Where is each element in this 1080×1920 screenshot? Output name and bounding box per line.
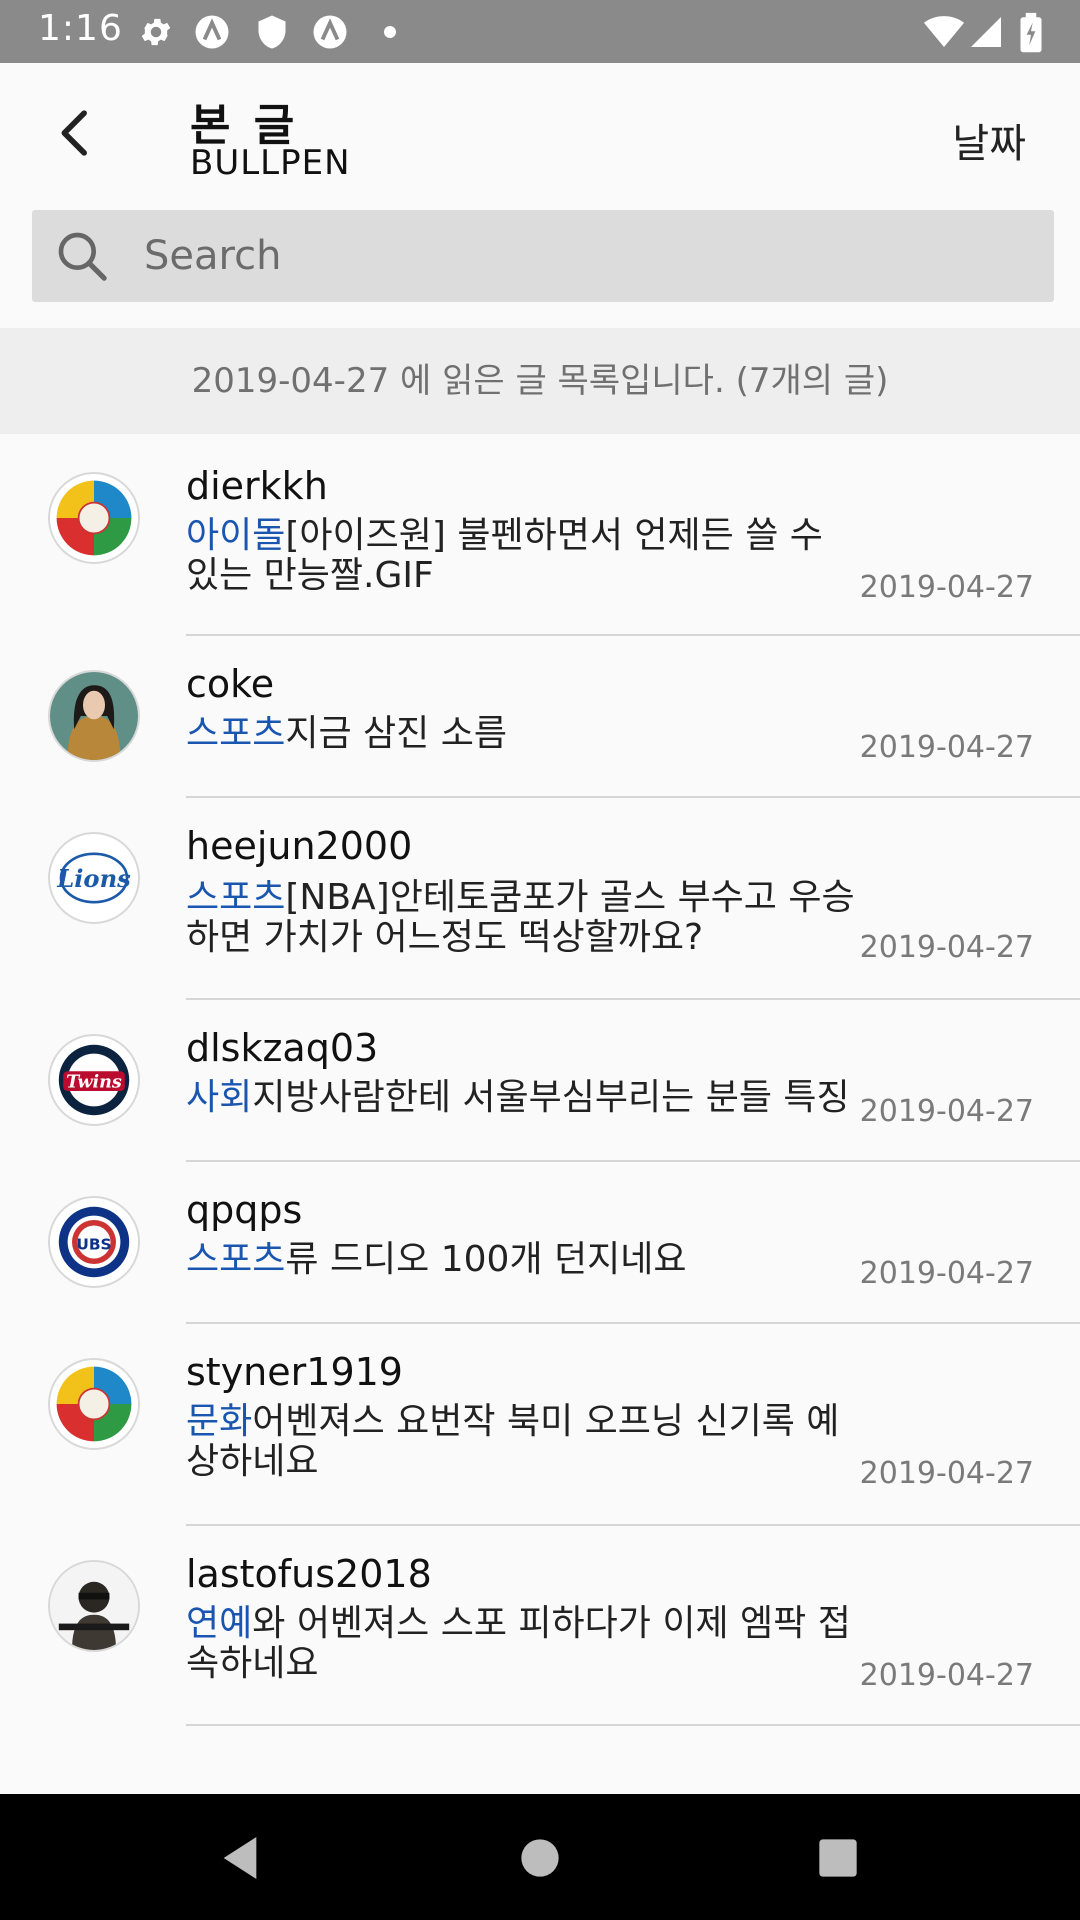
post-category: 연예 <box>186 1603 253 1644</box>
list-item[interactable]: lastofus2018 연예와 어벤져스 스포 피하다가 이제 엠팍 접 속하네… <box>0 1526 1080 1726</box>
post-author: coke <box>186 662 275 706</box>
settings-icon <box>141 18 171 46</box>
list-item[interactable]: dierkkh 아이돌[아이즈원] 불펜하면서 언제든 쓸 수 있는 만능짤.GI… <box>0 434 1080 636</box>
divider <box>186 1724 1080 1726</box>
world-baseball-ball-icon <box>48 1358 140 1450</box>
person-photo-icon <box>48 670 140 762</box>
post-category: 스포츠 <box>186 877 286 918</box>
world-baseball-ball-icon <box>48 472 140 564</box>
list-item[interactable]: Twins dlskzaq03 사회지방사람한테 서울부심부리는 분들 특징 2… <box>0 1000 1080 1162</box>
post-category: 문화 <box>186 1401 253 1442</box>
post-category: 아이돌 <box>186 515 286 556</box>
shield-icon <box>258 15 286 49</box>
post-author: lastofus2018 <box>186 1552 432 1596</box>
app-bar: 본 글 BULLPEN 날짜 <box>0 63 1080 204</box>
signal-icon <box>971 17 1001 47</box>
post-category: 스포츠 <box>186 1239 286 1280</box>
post-date: 2019-04-27 <box>859 570 1034 605</box>
post-title: 스포츠류 드디오 100개 던지네요 <box>186 1239 687 1280</box>
post-title: 아이돌[아이즈원] 불펜하면서 언제든 쓸 수 있는 만능짤.GIF <box>186 515 823 596</box>
post-date: 2019-04-27 <box>859 1094 1034 1129</box>
dot-icon <box>384 26 396 38</box>
post-date: 2019-04-27 <box>859 930 1034 965</box>
list-item[interactable]: styner1919 문화어벤져스 요번작 북미 오프닝 신기록 예 상하네요 2… <box>0 1324 1080 1526</box>
post-title: 문화어벤져스 요번작 북미 오프닝 신기록 예 상하네요 <box>186 1401 840 1482</box>
post-title: 스포츠[NBA]안테토쿰포가 골스 부수고 우승 하면 가치가 어느정도 떡상할까… <box>186 877 855 958</box>
cubs-logo-icon: UBS <box>48 1196 140 1288</box>
lions-logo-icon: Lions <box>48 832 140 924</box>
nav-home-icon[interactable] <box>512 1830 568 1886</box>
nav-back-icon[interactable] <box>212 1830 268 1886</box>
twins-logo-icon: Twins <box>48 1034 140 1126</box>
svg-text:Twins: Twins <box>66 1072 122 1093</box>
post-date: 2019-04-27 <box>859 730 1034 765</box>
list-item[interactable]: Lions heejun2000 스포츠[NBA]안테토쿰포가 골스 부수고 우… <box>0 798 1080 1000</box>
list-item[interactable]: UBS qpqps 스포츠류 드디오 100개 던지네요 2019-04-27 <box>0 1162 1080 1324</box>
system-nav-bar <box>0 1794 1080 1920</box>
back-arrow-icon[interactable] <box>48 105 104 161</box>
post-category: 사회 <box>186 1077 253 1118</box>
post-author: dlskzaq03 <box>186 1026 379 1070</box>
status-time: 1:16 <box>38 8 123 49</box>
post-date: 2019-04-27 <box>859 1658 1034 1693</box>
post-date: 2019-04-27 <box>859 1456 1034 1491</box>
post-author: dierkkh <box>186 464 328 508</box>
board-name: BULLPEN <box>190 143 351 183</box>
svg-text:Lions: Lions <box>56 864 131 893</box>
wifi-icon <box>924 16 964 47</box>
post-title: 연예와 어벤져스 스포 피하다가 이제 엠팍 접 속하네요 <box>186 1603 851 1684</box>
post-author: qpqps <box>186 1188 303 1232</box>
svg-text:UBS: UBS <box>76 1236 111 1254</box>
post-list: dierkkh 아이돌[아이즈원] 불펜하면서 언제든 쓸 수 있는 만능짤.GI… <box>0 434 1080 1726</box>
vpn-a-icon <box>195 15 229 49</box>
nav-recents-icon[interactable] <box>810 1830 866 1886</box>
soldier-photo-icon <box>48 1560 140 1652</box>
search-input[interactable] <box>144 224 1024 288</box>
status-bar: 1:16 <box>0 0 1080 63</box>
search-bar[interactable] <box>32 210 1054 302</box>
post-date: 2019-04-27 <box>859 1256 1034 1291</box>
post-author: heejun2000 <box>186 824 413 868</box>
read-date-banner: 2019-04-27 에 읽은 글 목록입니다. (7개의 글) <box>0 328 1080 434</box>
post-title: 스포츠지금 삼진 소름 <box>186 713 507 754</box>
post-author: styner1919 <box>186 1350 403 1394</box>
sort-date-button[interactable]: 날짜 <box>952 111 1026 169</box>
list-item[interactable]: coke 스포츠지금 삼진 소름 2019-04-27 <box>0 636 1080 798</box>
vpn-a-icon <box>313 15 347 49</box>
battery-icon <box>1020 12 1042 53</box>
post-title: 사회지방사람한테 서울부심부리는 분들 특징 <box>186 1077 850 1118</box>
post-category: 스포츠 <box>186 713 286 754</box>
search-icon <box>58 232 107 281</box>
